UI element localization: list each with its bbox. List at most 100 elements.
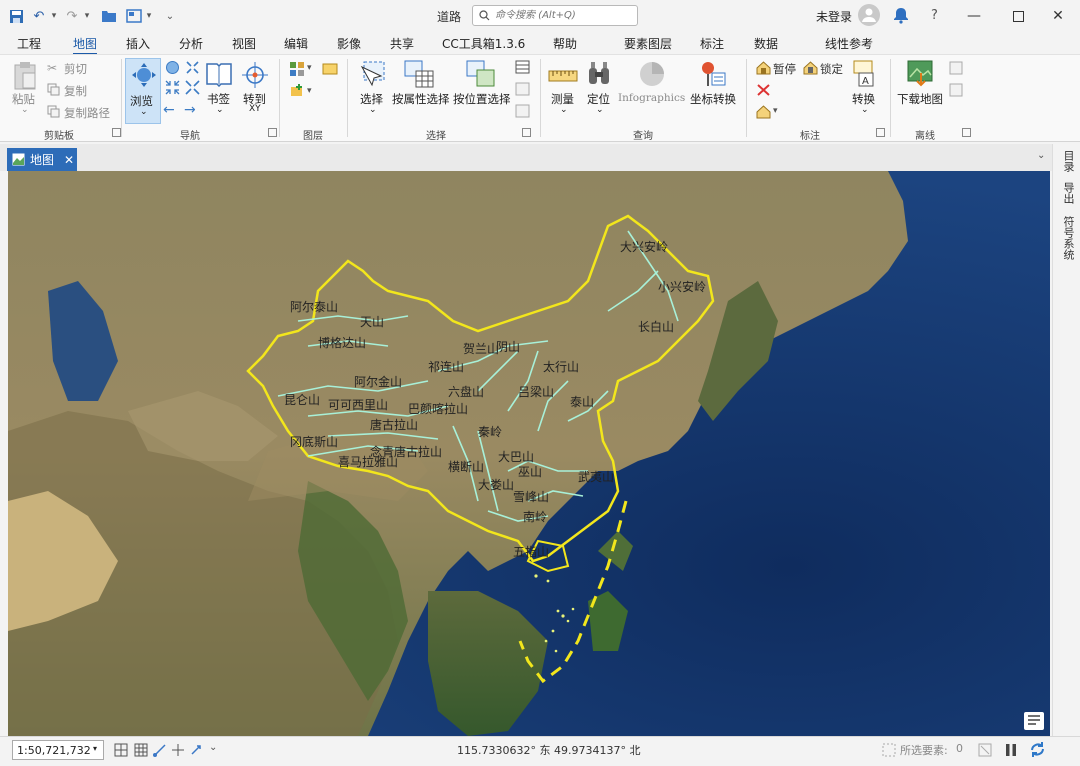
- map-view-icon: [12, 153, 25, 166]
- tab-help[interactable]: 帮助: [553, 35, 577, 52]
- scale-selector[interactable]: 1:50,721,732 ▾: [12, 740, 104, 760]
- select-by-attributes-button[interactable]: 按属性选择: [392, 91, 450, 107]
- map-label: 横断山: [448, 459, 484, 474]
- side-tab-symbology[interactable]: 符号系统: [1060, 216, 1076, 260]
- crosshair-icon[interactable]: [171, 743, 185, 760]
- snapping-icon[interactable]: [153, 743, 167, 760]
- copy-button[interactable]: 复制: [64, 83, 87, 99]
- tab-edit[interactable]: 编辑: [284, 35, 308, 52]
- open-folder-icon[interactable]: [101, 8, 117, 24]
- fixed-zoom-in-icon[interactable]: [185, 60, 200, 78]
- lock-labels-button[interactable]: 锁定: [820, 61, 843, 77]
- layout-icon[interactable]: [126, 8, 142, 24]
- tab-list-dropdown-icon[interactable]: ⌄: [1037, 150, 1045, 161]
- cut-button[interactable]: 剪切: [64, 61, 87, 77]
- pause-labeling-button[interactable]: 暂停: [773, 61, 796, 77]
- zoom-to-corners-icon[interactable]: [185, 80, 200, 98]
- label-priority-dropdown-icon[interactable]: ▾: [773, 106, 778, 116]
- copy-icon: [47, 83, 60, 99]
- tab-imagery[interactable]: 影像: [337, 35, 361, 52]
- pause-drawing-icon[interactable]: [1004, 742, 1018, 761]
- explore-button[interactable]: 浏览 ⌄: [125, 58, 161, 124]
- tab-labeling[interactable]: 标注: [700, 35, 724, 52]
- save-icon[interactable]: [8, 8, 24, 24]
- scale-dropdown-icon[interactable]: ▾: [93, 744, 97, 753]
- undo-icon[interactable]: ↶: [31, 8, 47, 24]
- sign-in-label[interactable]: 未登录: [816, 8, 852, 25]
- map-view[interactable]: 天山 阿尔泰山 博格达山 阿尔金山 昆仑山 可可西里山 巴颜喀拉山 唐古拉山 冈…: [8, 171, 1050, 736]
- notes-icon[interactable]: [1024, 712, 1044, 730]
- attributes-icon[interactable]: [515, 60, 530, 77]
- redo-dropdown-icon[interactable]: ▾: [82, 8, 92, 24]
- select-icon: [358, 59, 388, 92]
- offline-launcher-icon[interactable]: [962, 128, 971, 137]
- title-bar: ↶ ▾ ↷ ▾ ▾ ⌄ 道路 未登录 ? — ✕: [0, 0, 1080, 32]
- tab-view[interactable]: 视图: [232, 35, 256, 52]
- previous-extent-icon[interactable]: ←: [163, 102, 175, 118]
- tab-feature-layer[interactable]: 要素图层: [624, 35, 672, 52]
- tab-cc-toolbox[interactable]: CC工具箱1.3.6: [442, 35, 525, 52]
- tab-linear-referencing[interactable]: 线性参考: [825, 35, 873, 52]
- clipboard-launcher-icon[interactable]: [112, 128, 121, 137]
- ribbon: 粘贴 ⌄ ✂ 剪切 复制 复制路径 剪贴板 浏览 ⌄ ← → 书签 ⌄ 转到 X…: [0, 54, 1080, 142]
- maximize-button[interactable]: [996, 0, 1040, 32]
- measure-dropdown-icon[interactable]: ⌄: [560, 105, 568, 115]
- side-tab-export[interactable]: 导出: [1060, 182, 1076, 204]
- tab-map-view[interactable]: 地图 ✕: [7, 148, 77, 171]
- full-extent-icon[interactable]: [165, 60, 180, 78]
- locate-dropdown-icon[interactable]: ⌄: [596, 105, 604, 115]
- redo-icon[interactable]: ↷: [64, 8, 80, 24]
- bookmarks-dropdown-icon[interactable]: ⌄: [216, 105, 224, 115]
- undo-dropdown-icon[interactable]: ▾: [49, 8, 59, 24]
- label-priority-icon[interactable]: [756, 105, 771, 122]
- minimize-button[interactable]: —: [952, 0, 996, 32]
- side-tab-catalog[interactable]: 目录: [1060, 150, 1076, 172]
- select-dropdown-icon[interactable]: ⌄: [369, 105, 377, 115]
- basemap-dropdown-icon[interactable]: ▾: [307, 63, 312, 73]
- coordinate-format-dropdown-icon[interactable]: ⌄: [633, 741, 641, 752]
- customize-quick-access-icon[interactable]: ⌄: [163, 8, 177, 24]
- tab-analysis[interactable]: 分析: [179, 35, 203, 52]
- copy-path-button[interactable]: 复制路径: [64, 105, 110, 121]
- unplaced-labels-icon[interactable]: [756, 83, 771, 100]
- table-icon[interactable]: [134, 743, 148, 760]
- navigate-launcher-icon[interactable]: [268, 128, 277, 137]
- clear-selection-icon[interactable]: [515, 82, 530, 99]
- help-icon[interactable]: ?: [931, 8, 938, 23]
- command-search-box[interactable]: [472, 5, 638, 26]
- tab-project[interactable]: 工程: [17, 35, 41, 52]
- sync-icon[interactable]: [949, 61, 963, 78]
- remove-offline-icon[interactable]: [949, 83, 963, 100]
- selection-launcher-icon[interactable]: [522, 128, 531, 137]
- tab-share[interactable]: 共享: [390, 35, 414, 52]
- layout-dropdown-icon[interactable]: ▾: [144, 8, 154, 24]
- avatar[interactable]: [858, 4, 880, 26]
- download-map-button[interactable]: 下载地图: [897, 91, 943, 107]
- tab-map[interactable]: 地图: [73, 35, 98, 55]
- add-data-icon[interactable]: [322, 61, 338, 80]
- grid-icon[interactable]: [114, 743, 128, 760]
- add-preset-icon[interactable]: [289, 83, 305, 102]
- refresh-icon[interactable]: [1029, 741, 1046, 761]
- close-button[interactable]: ✕: [1036, 0, 1080, 32]
- convert-labels-dropdown-icon[interactable]: ⌄: [861, 105, 869, 115]
- select-by-location-button[interactable]: 按位置选择: [453, 91, 511, 107]
- refresh-rotate-icon[interactable]: [189, 743, 203, 760]
- toolbar-dropdown-icon[interactable]: ⌄: [209, 742, 217, 753]
- map-canvas[interactable]: 天山 阿尔泰山 博格达山 阿尔金山 昆仑山 可可西里山 巴颜喀拉山 唐古拉山 冈…: [8, 171, 1050, 736]
- coordinate-conversion-button[interactable]: 坐标转换: [690, 91, 736, 107]
- paste-dropdown-icon[interactable]: ⌄: [21, 105, 29, 115]
- tab-insert[interactable]: 插入: [126, 35, 150, 52]
- fixed-zoom-out-icon[interactable]: [165, 80, 180, 98]
- notification-icon[interactable]: [893, 7, 909, 27]
- labeling-launcher-icon[interactable]: [876, 128, 885, 137]
- close-tab-icon[interactable]: ✕: [64, 153, 74, 167]
- zoom-to-selection-icon[interactable]: [515, 104, 530, 121]
- add-preset-dropdown-icon[interactable]: ▾: [307, 86, 312, 96]
- infographics-button[interactable]: Infographics: [618, 92, 685, 104]
- clear-selection-status-icon[interactable]: [978, 743, 992, 760]
- next-extent-icon[interactable]: →: [184, 102, 196, 118]
- search-input[interactable]: [495, 8, 633, 23]
- tab-data[interactable]: 数据: [754, 35, 778, 52]
- basemap-icon[interactable]: [289, 61, 305, 80]
